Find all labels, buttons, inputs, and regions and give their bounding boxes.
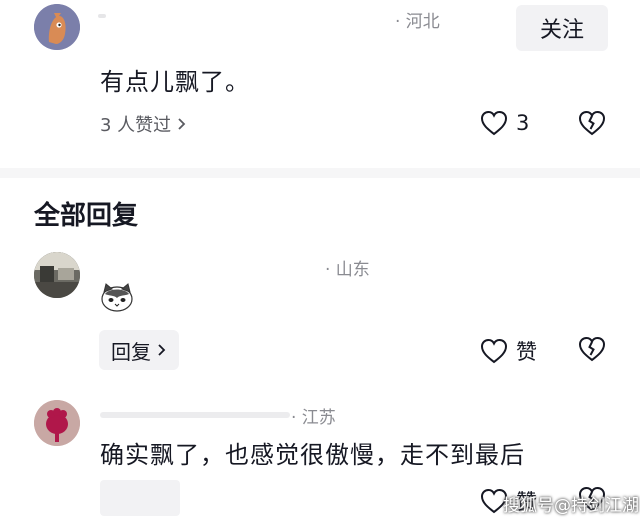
chevron-right-icon: [158, 344, 166, 356]
avatar[interactable]: [34, 252, 80, 298]
avatar-image: [34, 252, 80, 298]
heart-icon: [480, 338, 508, 364]
dislike-button[interactable]: [578, 336, 606, 362]
reply-button[interactable]: 回复: [99, 330, 179, 370]
section-divider: [0, 168, 640, 178]
like-button[interactable]: 赞: [480, 336, 537, 366]
comment-text: 确实飘了，也感觉很傲慢，走不到最后: [100, 441, 525, 469]
avatar[interactable]: [34, 400, 80, 446]
reply-label: 回复: [111, 339, 151, 364]
reply-button-redacted: [100, 480, 180, 516]
like-label: 赞: [516, 340, 537, 364]
watermark: 搜狐号@持剑江湖: [503, 496, 639, 516]
cat-sticker-icon: [101, 283, 133, 312]
dislike-button[interactable]: [578, 110, 606, 136]
comment-location: · 山东: [325, 260, 370, 280]
comment-location: · 江苏: [291, 408, 336, 428]
like-count: 3: [516, 111, 530, 135]
follow-button[interactable]: 关注: [516, 5, 608, 51]
username-redacted: [100, 412, 290, 418]
like-button[interactable]: 3: [480, 110, 529, 136]
username-redacted: [98, 14, 106, 18]
liked-by-label: 3 人赞过: [100, 115, 172, 136]
cat-sticker: [100, 282, 134, 312]
broken-heart-icon: [578, 336, 606, 362]
broken-heart-icon: [578, 110, 606, 136]
chevron-right-icon: [178, 118, 186, 130]
avatar-image: [34, 400, 80, 446]
avatar-image: [34, 4, 80, 50]
heart-icon: [480, 110, 508, 136]
comment-text: 有点儿飘了。: [100, 68, 250, 96]
comment-location: · 河北: [395, 12, 440, 32]
section-title: 全部回复: [34, 201, 139, 231]
avatar[interactable]: [34, 4, 80, 50]
liked-by-link[interactable]: 3 人赞过: [100, 111, 187, 137]
